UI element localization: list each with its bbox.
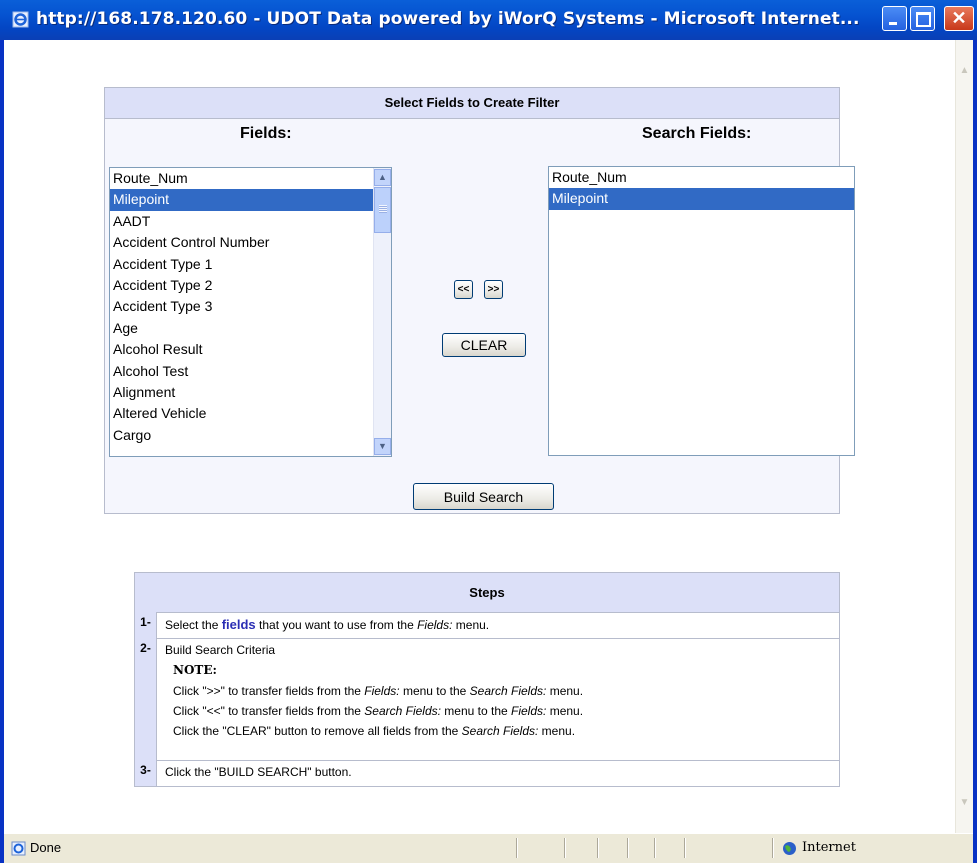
fields-link[interactable]: fields — [222, 617, 256, 632]
scroll-thumb[interactable] — [374, 187, 391, 233]
scroll-down-icon[interactable]: ▼ — [374, 438, 391, 455]
page-scrollbar[interactable]: ▲ ▼ — [955, 40, 973, 833]
list-item[interactable]: Accident Control Number — [110, 232, 391, 253]
internet-explorer-icon — [12, 11, 29, 28]
window-title: http://168.178.120.60 - UDOT Data powere… — [36, 9, 860, 29]
list-item[interactable]: Accident Type 2 — [110, 275, 391, 296]
status-bar: Done Internet — [4, 833, 973, 863]
scroll-up-icon[interactable]: ▲ — [957, 62, 972, 79]
list-item[interactable]: AADT — [110, 211, 391, 232]
note-title: NOTE: — [173, 663, 217, 677]
close-icon: ✕ — [951, 8, 967, 28]
remove-field-button[interactable]: << — [454, 280, 473, 299]
note-line-1: Click ">>" to transfer fields from the F… — [173, 684, 584, 698]
list-item[interactable]: Route_Num — [110, 168, 391, 189]
step-row-2: 2- Build Search Criteria NOTE: Click ">>… — [135, 638, 839, 761]
maximize-button[interactable] — [910, 6, 935, 31]
search-fields-label: Search Fields: — [642, 125, 752, 142]
list-item[interactable]: Route_Num — [549, 167, 854, 188]
list-item[interactable]: Alignment — [110, 382, 391, 403]
step-row-1: 1- Select the fields that you want to us… — [135, 612, 839, 639]
step-number: 1- — [135, 612, 157, 638]
status-divider — [516, 838, 518, 858]
title-bar: http://168.178.120.60 - UDOT Data powere… — [0, 0, 977, 40]
scroll-down-icon[interactable]: ▼ — [957, 794, 972, 811]
status-text: Done — [30, 840, 62, 855]
list-item[interactable]: Age — [110, 318, 391, 339]
step-row-3: 3- Click the "BUILD SEARCH" button. — [135, 760, 839, 786]
list-item[interactable]: Alcohol Result — [110, 339, 391, 360]
fields-list: Route_Num Milepoint AADT Accident Control N… — [110, 168, 391, 446]
steps-table: Steps 1- Select the fields that you want… — [134, 572, 840, 787]
filter-panel: Select Fields to Create Filter Fields: S… — [104, 87, 855, 514]
step-number: 2- — [135, 638, 157, 760]
list-item[interactable]: Milepoint — [110, 189, 391, 211]
note-line-2: Click "<<" to transfer fields from the S… — [173, 704, 584, 718]
list-item[interactable]: Alcohol Test — [110, 361, 391, 382]
status-divider — [564, 838, 566, 858]
step-text: Click the "BUILD SEARCH" button. — [165, 765, 352, 779]
page-icon — [11, 841, 26, 856]
filter-header: Select Fields to Create Filter — [105, 88, 839, 119]
status-divider — [684, 838, 686, 858]
list-item[interactable]: Accident Type 1 — [110, 254, 391, 275]
step-number: 3- — [135, 760, 157, 786]
clear-button[interactable]: CLEAR — [442, 333, 526, 357]
scroll-up-icon[interactable]: ▲ — [374, 169, 391, 186]
step-text: Select the fields that you want to use f… — [165, 617, 490, 632]
status-divider — [627, 838, 629, 858]
minimize-button[interactable] — [882, 6, 907, 31]
status-divider — [772, 838, 774, 858]
search-fields-list: Route_Num Milepoint — [549, 167, 854, 210]
list-item[interactable]: Cargo — [110, 425, 391, 446]
add-field-button[interactable]: >> — [484, 280, 503, 299]
page-viewport: Select Fields to Create Filter Fields: S… — [4, 40, 955, 833]
close-button[interactable]: ✕ — [944, 6, 974, 31]
search-fields-listbox[interactable]: Route_Num Milepoint — [548, 166, 855, 456]
fields-label: Fields: — [240, 125, 292, 142]
steps-header: Steps — [135, 573, 839, 613]
list-item[interactable]: Altered Vehicle — [110, 403, 391, 424]
window-frame-right — [973, 40, 977, 863]
status-divider — [597, 838, 599, 858]
step-title: Build Search Criteria — [165, 643, 276, 657]
status-divider — [654, 838, 656, 858]
list-item[interactable]: Milepoint — [549, 188, 854, 210]
build-search-button[interactable]: Build Search — [413, 483, 554, 510]
list-item[interactable]: Accident Type 3 — [110, 296, 391, 317]
globe-icon — [783, 842, 796, 855]
fields-scrollbar[interactable]: ▲ ▼ — [373, 168, 391, 456]
fields-listbox[interactable]: Route_Num Milepoint AADT Accident Control N… — [109, 167, 392, 457]
note-line-3: Click the "CLEAR" button to remove all f… — [173, 724, 576, 738]
security-zone: Internet — [802, 840, 856, 855]
